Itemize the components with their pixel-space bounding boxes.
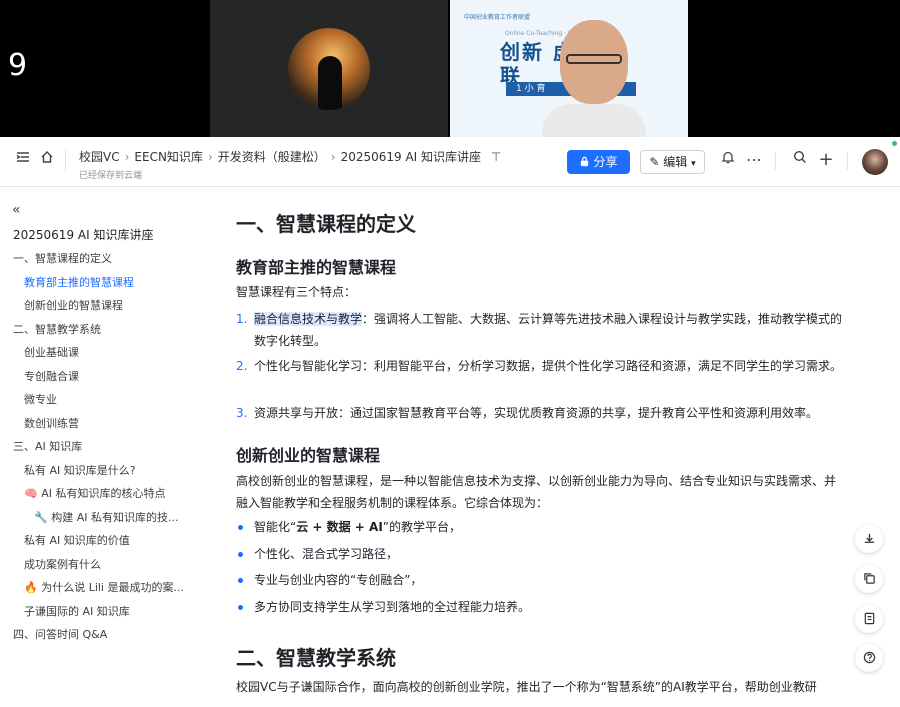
- toc-item[interactable]: 专创融合课: [24, 368, 79, 384]
- pin-icon[interactable]: ⊤: [491, 150, 501, 164]
- toc-item[interactable]: 二、智慧教学系统: [13, 321, 101, 337]
- saved-status: 已经保存到云端: [79, 171, 143, 181]
- toc-item[interactable]: 数创训练营: [24, 415, 79, 431]
- collapse-sidebar-icon[interactable]: «: [12, 202, 21, 218]
- plus-icon[interactable]: +: [816, 150, 836, 170]
- toc-item[interactable]: 四、问答时间 Q&A: [13, 626, 107, 642]
- video-tile-presenter[interactable]: 中国创业教育工作者联盟 Online Co-Teaching · Educati…: [450, 0, 688, 137]
- toc-item[interactable]: 私有 AI 知识库的价值: [24, 532, 130, 548]
- toc-item[interactable]: 🔧 构建 AI 私有知识库的技...: [34, 509, 178, 525]
- chevron-down-icon: ▾: [691, 159, 696, 169]
- home-icon[interactable]: [37, 150, 57, 170]
- search-icon[interactable]: [790, 150, 810, 170]
- breadcrumb-item[interactable]: 开发资料（般建松）: [218, 150, 326, 164]
- participant-count: 9: [8, 48, 28, 83]
- silhouette-image: [318, 56, 342, 110]
- share-label: 分享: [593, 155, 618, 169]
- bullet-list-item: 专业与创业内容的“专创融合”，: [236, 569, 846, 591]
- toc-item[interactable]: 创业基础课: [24, 344, 79, 360]
- bullet-list-item: 多方协同支持学生从学习到落地的全过程能力培养。: [236, 596, 846, 618]
- heading-2: 创新创业的智慧课程: [236, 446, 381, 465]
- edit-label: 编辑: [663, 155, 688, 169]
- toc-item[interactable]: 成功案例有什么: [24, 556, 101, 572]
- breadcrumb-item[interactable]: 校园VC: [79, 150, 120, 164]
- numbered-list-item: 2. 个性化与智能化学习：利用智能平台，分析学习数据，提供个性化学习路径和资源，…: [236, 355, 846, 377]
- header-divider: [65, 150, 66, 172]
- paragraph: 高校创新创业的智慧课程，是一种以智能信息技术为支撑、以创新创业能力为导向、结合专…: [236, 474, 837, 510]
- heading-1: 二、智慧教学系统: [236, 646, 396, 670]
- toc-item[interactable]: 子谦国际的 AI 知识库: [24, 603, 130, 619]
- toc-item[interactable]: 私有 AI 知识库是什么?: [24, 462, 136, 478]
- document-body: 一、智慧课程的定义 教育部主推的智慧课程 智慧课程有三个特点： 1. 融合信息技…: [236, 188, 856, 707]
- copy-icon[interactable]: [855, 565, 883, 593]
- more-icon[interactable]: ⋯: [744, 150, 764, 170]
- template-icon[interactable]: [855, 605, 883, 633]
- help-icon[interactable]: [855, 644, 883, 672]
- doc-header: 校园VC › EECN知识库 › 开发资料（般建松） › 20250619 AI 知识库讲座…: [0, 137, 900, 187]
- heading-1: 一、智慧课程的定义: [236, 212, 416, 236]
- user-avatar[interactable]: [862, 149, 888, 175]
- paragraph: 校园VC与子谦国际合作，面向高校的创新创业学院，推出了一个称为“智慧系统”的AI…: [236, 680, 817, 694]
- heading-2: 教育部主推的智慧课程: [236, 258, 397, 277]
- bullet-icon: [238, 578, 243, 583]
- online-status-dot: [892, 141, 897, 146]
- lock-icon: [581, 156, 589, 167]
- pencil-icon: ✎: [649, 155, 660, 169]
- toc-doc-title[interactable]: 20250619 AI 知识库讲座: [13, 226, 153, 243]
- toc-item[interactable]: 🔥 为什么说 Lili 是最成功的案...: [24, 579, 184, 595]
- bullet-list-item: 智能化“云 + 数据 + AI”的教学平台，: [236, 516, 846, 538]
- toc-sidebar: « 20250619 AI 知识库讲座 一、智慧课程的定义教育部主推的智慧课程创…: [0, 188, 200, 707]
- numbered-list-item: 3. 资源共享与开放：通过国家智慧教育平台等，实现优质教育资源的共享，提升教育公…: [236, 402, 846, 424]
- list-number: 2.: [236, 359, 248, 373]
- numbered-list-item: 1. 融合信息技术与教学：强调将人工智能、大数据、云计算等先进技术融入课程设计与…: [236, 308, 846, 352]
- list-number: 1.: [236, 312, 248, 326]
- bullet-icon: [238, 605, 243, 610]
- bullet-icon: [238, 552, 243, 557]
- video-strip: 9 中国创业教育工作者联盟 Online Co-Teaching · Educa…: [0, 0, 900, 137]
- bell-icon[interactable]: [718, 150, 738, 170]
- toc-item[interactable]: 微专业: [24, 391, 57, 407]
- edit-button[interactable]: ✎ 编辑 ▾: [640, 150, 705, 174]
- bullet-list-item: 个性化、混合式学习路径，: [236, 543, 846, 565]
- share-button[interactable]: 分享: [567, 150, 630, 174]
- paragraph: 智慧课程有三个特点：: [236, 285, 357, 299]
- bullet-icon: [238, 525, 243, 530]
- breadcrumb-item[interactable]: EECN知识库: [134, 150, 203, 164]
- presenter-image: [542, 20, 646, 137]
- toc-item[interactable]: 创新创业的智慧课程: [24, 297, 123, 313]
- toc-item[interactable]: 🧠 AI 私有知识库的核心特点: [24, 485, 165, 501]
- download-icon[interactable]: [855, 525, 883, 553]
- header-divider: [775, 152, 776, 170]
- toc-item[interactable]: 教育部主推的智慧课程: [24, 274, 134, 290]
- toc-item[interactable]: 一、智慧课程的定义: [13, 250, 112, 266]
- header-divider: [847, 152, 848, 170]
- selected-text: 融合信息技术与教学: [254, 312, 363, 326]
- slide-org-text: 中国创业教育工作者联盟: [464, 14, 531, 21]
- toc-item[interactable]: 三、AI 知识库: [13, 438, 82, 454]
- breadcrumb: 校园VC › EECN知识库 › 开发资料（般建松） › 20250619 AI 知识库讲座…: [79, 150, 502, 164]
- video-tile-participant[interactable]: [210, 0, 448, 137]
- breadcrumb-current[interactable]: 20250619 AI 知识库讲座: [341, 150, 481, 164]
- list-number: 3.: [236, 406, 248, 420]
- toc-toggle-icon[interactable]: [13, 150, 33, 170]
- participant-avatar: [288, 28, 370, 110]
